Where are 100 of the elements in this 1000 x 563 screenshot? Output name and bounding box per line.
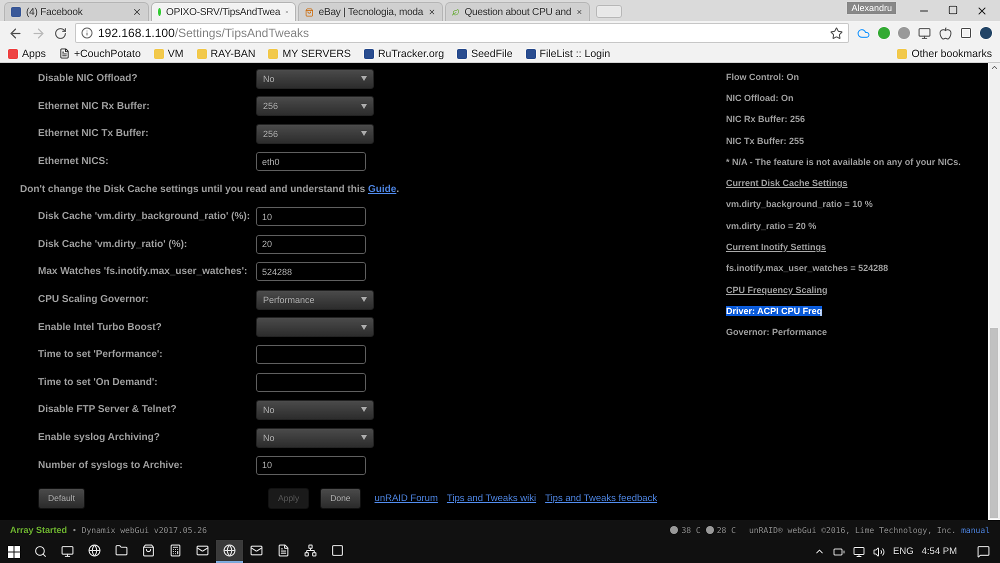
mail-icon [196, 544, 209, 557]
caret-icon [361, 131, 367, 136]
reload-icon[interactable] [54, 26, 67, 40]
setting-label: Ethernet NICS: [37, 156, 110, 168]
select-field[interactable]: No [256, 400, 374, 420]
info-text: Driver: ACPI CPU Freq [726, 306, 822, 316]
section-heading: CPU Frequency Scaling [726, 284, 828, 295]
globe-icon [88, 544, 101, 557]
select-field[interactable]: No [256, 428, 374, 448]
apps-grid-icon [8, 48, 18, 58]
input-field[interactable]: eth0 [256, 152, 366, 172]
info-text: fs.inotify.max_user_watches = 524288 [726, 263, 888, 274]
select-field[interactable]: 256 [256, 124, 374, 144]
site-icon [457, 48, 468, 58]
user-badge[interactable]: Alexandru [847, 2, 896, 14]
setting-label: Number of syslogs to Archive: [37, 460, 184, 471]
array-status: Array Started [10, 525, 68, 535]
footer-link[interactable]: unRAID Forum [374, 492, 438, 504]
bookmark-folder[interactable]: Other bookmarks [897, 48, 992, 60]
footer-link[interactable]: Tips and Tweaks feedback [545, 492, 658, 504]
caret-icon [361, 76, 367, 82]
info-text: vm.dirty_background_ratio = 10 % [726, 199, 873, 210]
disk-icon [670, 526, 678, 534]
scroll-up-icon[interactable] [990, 63, 998, 72]
bookmark[interactable]: MY SERVERS [268, 48, 351, 60]
bookmark[interactable]: VM [154, 48, 184, 60]
clock-text[interactable]: 4:54 PM [922, 546, 957, 557]
network-icon[interactable] [853, 546, 866, 558]
volume-icon[interactable] [873, 546, 886, 558]
browser-tab[interactable]: (4) Facebook [4, 2, 149, 21]
language-indicator[interactable]: ENG [893, 546, 914, 557]
info-text: NIC Offload: On [726, 92, 794, 103]
manual-link[interactable]: manual [961, 526, 990, 534]
input-field[interactable]: 10 [256, 207, 366, 226]
close-icon[interactable] [976, 4, 988, 16]
input-field[interactable]: 524288 [256, 262, 366, 282]
bag-icon [142, 544, 155, 557]
setting-label: CPU Scaling Governor: [37, 294, 150, 306]
input-field[interactable] [256, 372, 366, 392]
footer-link[interactable]: Tips and Tweaks wiki [446, 492, 536, 504]
windows-logo-icon[interactable] [8, 546, 20, 558]
guide-link[interactable]: Guide [368, 184, 396, 195]
select-field[interactable] [256, 317, 374, 338]
setting-label: Disk Cache 'vm.dirty_background_ratio' (%): [37, 211, 252, 222]
site-icon [526, 48, 536, 58]
caret-icon [361, 324, 367, 330]
action-button[interactable]: Done [320, 488, 361, 509]
info-icon [81, 27, 93, 39]
bookmark[interactable]: RAY-BAN [196, 48, 256, 60]
setting-label: Time to set 'Performance': [37, 349, 164, 360]
info-text: * N/A - The feature is not available on any of your NICs. [726, 156, 961, 167]
scrollbar[interactable] [988, 63, 1000, 520]
back-icon[interactable] [8, 26, 23, 40]
browser-tab[interactable]: Question about CPU and [445, 2, 590, 21]
info-text: NIC Tx Buffer: 255 [726, 136, 804, 146]
notepad-icon [277, 544, 290, 557]
input-field[interactable] [256, 345, 366, 364]
globe-icon [223, 544, 236, 557]
taskbar-app[interactable] [216, 540, 243, 563]
extension-icon[interactable] [939, 26, 952, 40]
close-icon[interactable] [428, 7, 436, 17]
select-field[interactable]: Performance [256, 290, 374, 310]
bookmark[interactable]: RuTracker.org [364, 48, 444, 60]
extension-icon[interactable] [980, 27, 992, 39]
setting-label: Max Watches 'fs.inotify.max_user_watches': [37, 266, 248, 278]
bookmark[interactable]: FileList :: Login [526, 48, 610, 60]
mail-icon [250, 544, 263, 557]
select-field[interactable]: 256 [256, 96, 374, 116]
folder-icon [154, 48, 164, 58]
restore-icon[interactable] [948, 4, 958, 14]
address-field[interactable]: 192.168.1.100/Settings/TipsAndTweaks [75, 23, 849, 43]
star-icon[interactable] [830, 26, 843, 40]
caret-icon [361, 104, 367, 109]
leaf-icon [452, 6, 460, 18]
search-icon[interactable] [34, 545, 47, 558]
bookmark[interactable]: Apps [8, 48, 46, 60]
scroll-thumb[interactable] [990, 328, 998, 518]
notifications-icon[interactable] [977, 545, 990, 558]
browser-tab[interactable]: OPIXO-SRV/TipsAndTwea [151, 2, 296, 21]
folder-icon [268, 48, 278, 58]
browser-tab[interactable]: eBay | Tecnologia, moda [298, 2, 443, 21]
task-view-icon[interactable] [61, 545, 74, 558]
input-field[interactable]: 20 [256, 234, 366, 254]
select-field[interactable]: No [256, 68, 374, 89]
action-button[interactable]: Default [38, 488, 85, 509]
extension-icon[interactable] [960, 27, 972, 39]
monitor-icon[interactable] [918, 26, 931, 40]
folder-icon [115, 544, 128, 557]
facebook-icon [11, 7, 21, 17]
cloud-icon[interactable] [857, 26, 870, 40]
bookmark[interactable]: SeedFile [457, 48, 513, 60]
input-field[interactable]: 10 [256, 456, 366, 475]
close-icon[interactable] [132, 7, 142, 17]
battery-icon[interactable] [833, 546, 846, 558]
caret-icon [361, 297, 367, 302]
status-dot-icon [158, 8, 162, 16]
setting-label: Enable syslog Archiving? [37, 432, 161, 444]
setting-label: Disable FTP Server & Telnet? [37, 404, 178, 416]
bookmark[interactable]: +CouchPotato [58, 48, 141, 60]
close-icon[interactable] [576, 7, 583, 17]
